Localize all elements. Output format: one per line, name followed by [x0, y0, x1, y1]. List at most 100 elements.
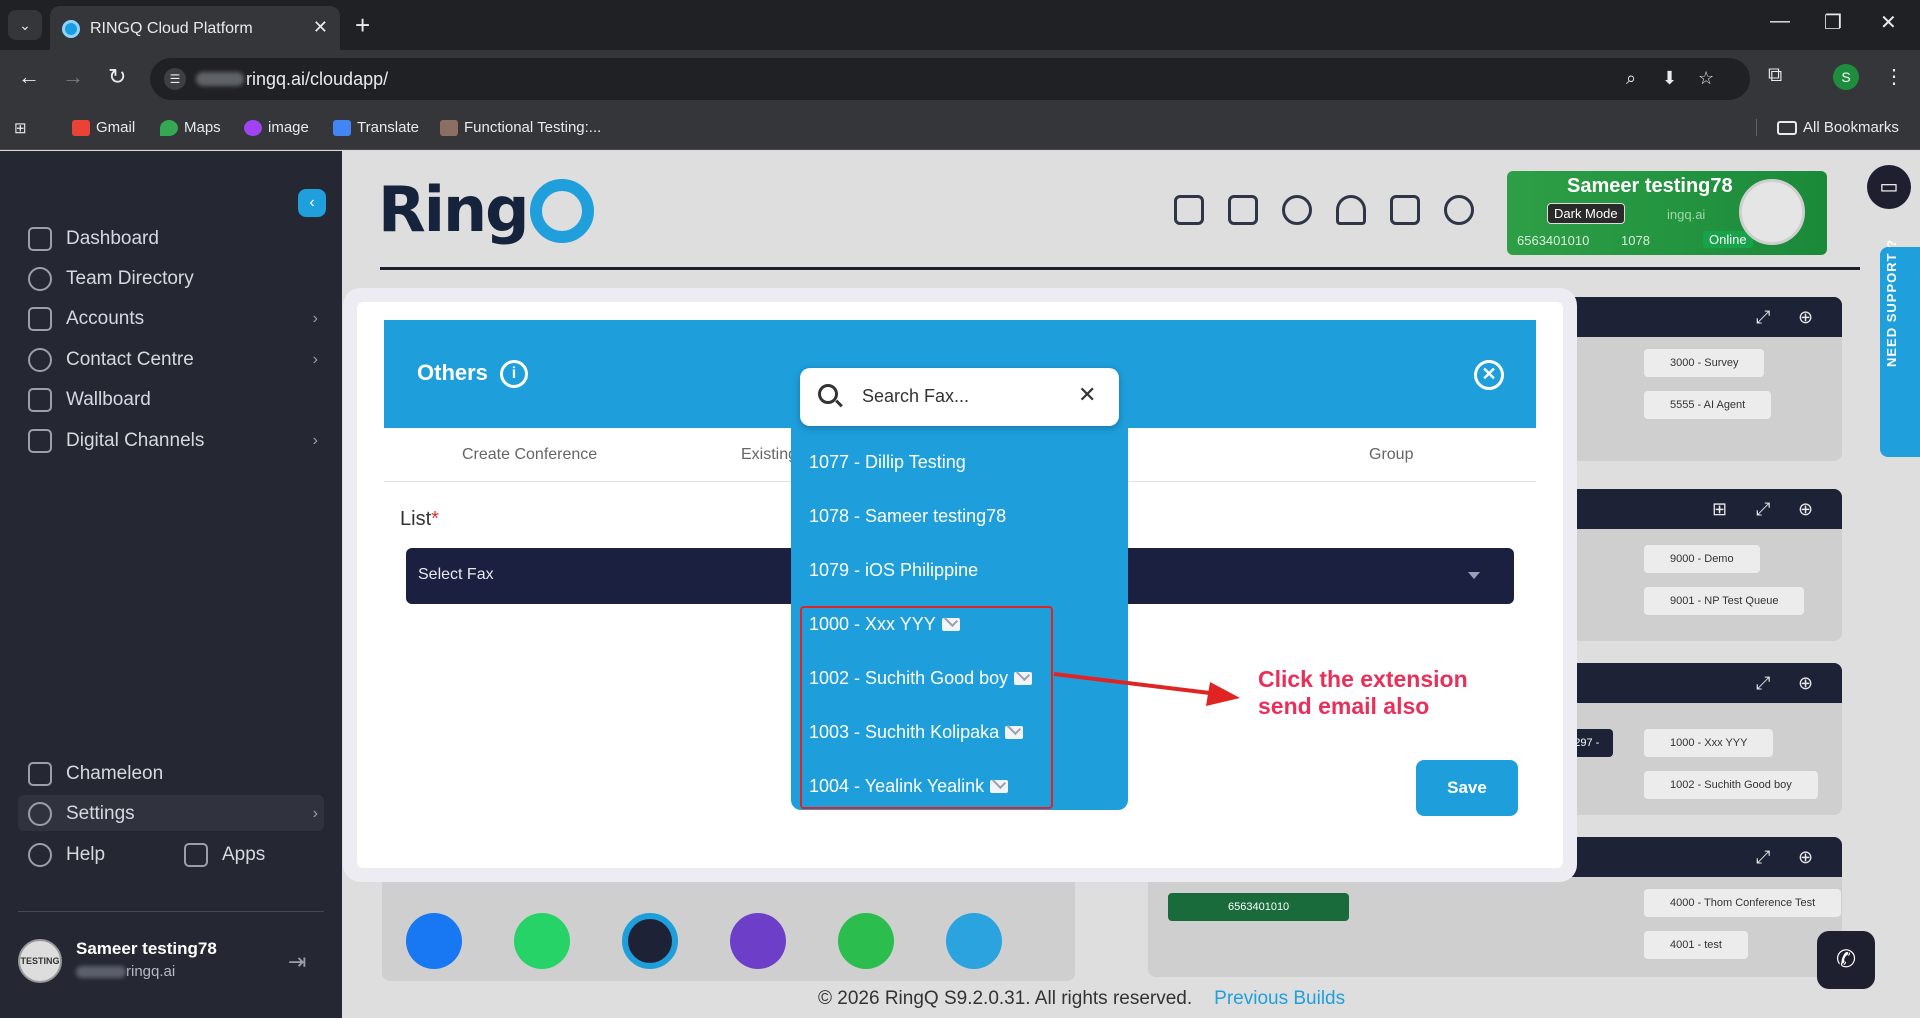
close-icon[interactable]: ✕	[1474, 360, 1504, 390]
chevron-right-icon: ›	[312, 805, 318, 822]
list-item[interactable]: 1077 - Dillip Testing	[809, 452, 966, 473]
sidebar-item-team-directory[interactable]: Team Directory	[28, 267, 318, 291]
extensions-icon[interactable]: ⧉	[1768, 64, 1782, 87]
tab-search-button[interactable]: ⌄	[8, 10, 42, 40]
line-icon[interactable]	[838, 913, 894, 969]
zoom-icon[interactable]: ⌕	[1626, 68, 1636, 89]
all-bookmarks[interactable]: All Bookmarks	[1756, 119, 1899, 136]
address-bar[interactable]: ☰ ringq.ai/cloudapp/ ⌕ ⬇ ☆	[150, 58, 1750, 100]
bookmark-image[interactable]: image	[244, 119, 309, 136]
expand-icon[interactable]: ⤢	[1756, 307, 1770, 328]
clear-search-icon[interactable]: ✕	[1078, 382, 1096, 408]
bookmark-functional-testing[interactable]: Functional Testing:...	[440, 119, 601, 136]
video-icon[interactable]	[1228, 195, 1258, 225]
browser-menu-icon[interactable]: ⋮	[1884, 64, 1904, 89]
browser-tab[interactable]: RINGQ Cloud Platform ✕	[50, 6, 340, 50]
expand-icon[interactable]: ⤢	[1756, 673, 1770, 694]
tab-create-conference[interactable]: Create Conference	[462, 446, 597, 464]
sidebar-item-dashboard[interactable]: Dashboard	[28, 227, 318, 251]
sidebar-item-contact-centre[interactable]: Contact Centre ›	[28, 348, 318, 372]
phone-float-icon[interactable]: ✆	[1817, 931, 1875, 989]
copyright-text: © 2026 RingQ S9.2.0.31. All rights reser…	[818, 988, 1193, 1009]
ext-pill[interactable]: 4000 - Thom Conference Test	[1644, 889, 1842, 917]
need-support-tab[interactable]: NEED SUPPORT ?	[1880, 239, 1920, 457]
sidebar-item-accounts[interactable]: Accounts ›	[28, 307, 318, 331]
sidebar-item-settings[interactable]: Settings ›	[28, 802, 318, 826]
minimize-icon[interactable]: —	[1770, 10, 1790, 33]
add-icon[interactable]: ⊕	[1798, 499, 1813, 520]
globe-icon[interactable]	[1444, 195, 1474, 225]
sidebar-item-wallboard[interactable]: Wallboard	[28, 388, 318, 412]
bookmark-maps[interactable]: Maps	[160, 119, 221, 136]
profile-avatar[interactable]: S	[1833, 64, 1859, 90]
back-icon[interactable]: ←	[18, 64, 40, 90]
bookmark-gmail[interactable]: Gmail	[72, 119, 135, 136]
new-tab-button[interactable]: +	[355, 10, 370, 41]
avatar[interactable]: TESTING	[18, 939, 62, 983]
queue-pill[interactable]: 9000 - Demo	[1644, 545, 1760, 573]
add-icon[interactable]: ⊕	[1798, 847, 1813, 868]
sidebar-item-chameleon[interactable]: Chameleon	[28, 762, 318, 786]
number-pill[interactable]: 6563401010	[1168, 893, 1350, 921]
sidebar-item-apps[interactable]: Apps	[184, 843, 304, 867]
dark-mode-toggle[interactable]: Dark Mode	[1547, 203, 1625, 224]
refresh-icon[interactable]	[1282, 195, 1312, 225]
info-icon[interactable]: i	[500, 360, 528, 388]
search-input[interactable]	[862, 386, 1062, 407]
hierarchy-icon[interactable]: ⊞	[1712, 499, 1727, 520]
bookmarks-bar: ⊞ Gmail Maps image Translate Functional …	[0, 108, 1920, 150]
reload-icon[interactable]: ↻	[108, 64, 126, 90]
ext-pill[interactable]: 1000 - Xxx YYY	[1644, 729, 1774, 757]
sidebar-item-label: Help	[66, 844, 106, 865]
calendar-icon[interactable]	[1174, 195, 1204, 225]
ext-pill[interactable]: 1002 - Suchith Good boy	[1644, 771, 1818, 799]
tab-close-icon[interactable]: ✕	[313, 17, 328, 38]
restore-icon[interactable]: ❐	[1824, 10, 1842, 35]
list-item[interactable]: 1078 - Sameer testing78	[809, 506, 1006, 527]
bookmark-star-icon[interactable]: ☆	[1698, 68, 1714, 89]
sidebar-item-digital-channels[interactable]: Digital Channels ›	[28, 429, 318, 453]
logout-icon[interactable]: ⇥	[288, 949, 306, 975]
wallboard-icon	[28, 388, 52, 412]
ringq-chat-icon[interactable]	[622, 913, 678, 969]
video-call-float-icon[interactable]: ▭	[1867, 165, 1911, 209]
user-email: ringq.ai	[76, 963, 175, 980]
list-item[interactable]: 1079 - iOS Philippine	[809, 560, 978, 581]
save-button[interactable]: Save	[1416, 760, 1518, 816]
bookmark-label: Functional Testing:...	[464, 119, 602, 136]
window-close-icon[interactable]: ✕	[1880, 10, 1897, 35]
sidebar-item-help[interactable]: Help	[28, 843, 168, 867]
expand-icon[interactable]: ⤢	[1756, 499, 1770, 520]
install-app-icon[interactable]: ⬇	[1662, 68, 1677, 89]
add-icon[interactable]: ⊕	[1798, 307, 1813, 328]
queue-pill[interactable]: 5555 - AI Agent	[1644, 391, 1772, 419]
forward-icon[interactable]: →	[62, 64, 84, 90]
queue-pill[interactable]: 9001 - NP Test Queue	[1644, 587, 1805, 615]
header-divider	[380, 267, 1860, 270]
apps-grid-icon[interactable]: ⊞	[14, 119, 27, 137]
ringq-logo: Ring	[378, 173, 594, 246]
whatsapp-icon[interactable]	[514, 913, 570, 969]
message-icon[interactable]	[730, 913, 786, 969]
tab-existing[interactable]: Existing	[741, 446, 797, 464]
site-settings-icon[interactable]: ☰	[164, 68, 186, 90]
bookmark-label: Maps	[184, 119, 221, 136]
monitor-icon[interactable]	[1390, 195, 1420, 225]
collapse-sidebar-button[interactable]: ‹	[298, 189, 326, 217]
list-item-label: 1077 - Dillip Testing	[809, 452, 966, 472]
required-mark: *	[431, 508, 439, 530]
expand-icon[interactable]: ⤢	[1756, 847, 1770, 868]
annotation-line-2: send email also	[1258, 693, 1430, 719]
add-icon[interactable]: ⊕	[1798, 673, 1813, 694]
bookmark-translate[interactable]: Translate	[333, 119, 419, 136]
previous-builds-link[interactable]: Previous Builds	[1214, 988, 1345, 1009]
queue-pill[interactable]: 3000 - Survey	[1644, 349, 1765, 377]
user-status-card[interactable]: Sameer testing78 Dark Mode ingq.ai 65634…	[1507, 171, 1827, 255]
ext-pill[interactable]: 4001 - test	[1644, 931, 1748, 959]
wifi-icon[interactable]	[1336, 195, 1366, 225]
caret-down-icon	[1468, 572, 1480, 579]
bookmark-label: image	[268, 119, 309, 136]
tab-group[interactable]: Group	[1369, 446, 1413, 464]
telegram-icon[interactable]	[946, 913, 1002, 969]
facebook-icon[interactable]	[406, 913, 462, 969]
